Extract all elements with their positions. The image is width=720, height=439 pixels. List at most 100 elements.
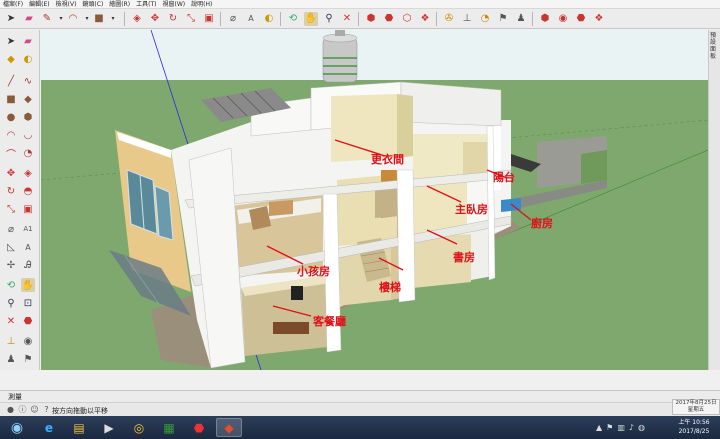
axes-icon[interactable]: ✢ bbox=[4, 258, 18, 272]
polygon-icon[interactable]: ⬢ bbox=[21, 110, 35, 124]
3d-warehouse-icon[interactable]: ⬢ bbox=[538, 12, 552, 26]
follow-me-icon[interactable]: ◓ bbox=[21, 184, 35, 198]
pan-hand-icon[interactable]: ✋ bbox=[21, 278, 35, 292]
two-point-arc-icon[interactable]: ◡ bbox=[21, 128, 35, 142]
look-around-icon[interactable]: ◔ bbox=[478, 12, 492, 26]
eraser-icon[interactable]: ▰ bbox=[22, 12, 36, 26]
offset-icon[interactable]: ▣ bbox=[21, 202, 35, 216]
make-component-icon[interactable]: ◆ bbox=[4, 52, 18, 66]
menu-edit[interactable]: 編輯(E) bbox=[29, 0, 49, 9]
walk-icon[interactable]: ♟ bbox=[4, 352, 18, 366]
push-pull-icon[interactable]: ◈ bbox=[130, 12, 144, 26]
pan-hand-icon[interactable]: ✋ bbox=[304, 12, 318, 26]
freehand-icon[interactable]: ∿ bbox=[21, 74, 35, 88]
extension-icon[interactable]: ❖ bbox=[418, 12, 432, 26]
file-explorer-icon[interactable]: ▤ bbox=[66, 418, 92, 437]
push-pull-icon[interactable]: ◈ bbox=[21, 166, 35, 180]
menu-view[interactable]: 檢視(V) bbox=[56, 0, 77, 9]
dimension-icon[interactable]: A1 bbox=[21, 222, 35, 236]
share-model-icon[interactable]: ⬣ bbox=[382, 12, 396, 26]
text-icon[interactable]: A bbox=[21, 240, 35, 254]
menu-draw[interactable]: 繪圖(R) bbox=[109, 0, 130, 9]
media-player-icon[interactable]: ▶ bbox=[96, 418, 122, 437]
menu-file[interactable]: 檔案(F) bbox=[3, 0, 23, 9]
position-camera-icon[interactable]: ⊥ bbox=[460, 12, 474, 26]
geo-location-icon[interactable]: ● bbox=[6, 405, 15, 414]
start-orb-icon[interactable]: ◉ bbox=[2, 418, 32, 437]
menu-window[interactable]: 視窗(W) bbox=[163, 0, 186, 9]
zoom-extents-icon[interactable]: ✕ bbox=[4, 314, 18, 328]
zoom-icon[interactable]: ⚲ bbox=[4, 296, 18, 310]
orbit-icon[interactable]: ⟲ bbox=[286, 12, 300, 26]
walkthrough-icon[interactable]: ♟ bbox=[514, 12, 528, 26]
protractor-icon[interactable]: ◺ bbox=[4, 240, 18, 254]
scale-icon[interactable]: ⤡ bbox=[184, 12, 198, 26]
arc-icon[interactable]: ◠ bbox=[66, 12, 80, 26]
acrobat-icon[interactable]: ⬣ bbox=[186, 418, 212, 437]
extension-manager-icon[interactable]: ❖ bbox=[592, 12, 606, 26]
move-icon[interactable]: ✥ bbox=[4, 166, 18, 180]
pie-icon[interactable]: ◔ bbox=[21, 146, 35, 160]
3d-text-icon[interactable]: Ꭿ bbox=[21, 258, 35, 272]
select-icon[interactable]: ➤ bbox=[4, 34, 18, 48]
top-toolbar: ➤ ▰ ✎ ▾ ◠ ▾ ■ ▾ ◈ ✥ ↻ ⤡ ▣ ⌀ A ◐ ⟲ ✋ ⚲ ✕ … bbox=[0, 9, 720, 29]
line-icon[interactable]: ╱ bbox=[4, 74, 18, 88]
internet-explorer-icon[interactable]: e bbox=[36, 418, 62, 437]
rotate-icon[interactable]: ↻ bbox=[166, 12, 180, 26]
tray-volume-icon[interactable]: ♪ bbox=[629, 422, 634, 433]
orbit-icon[interactable]: ⟲ bbox=[4, 278, 18, 292]
tray-flag-icon[interactable]: ⚑ bbox=[606, 422, 613, 433]
paint-bucket-icon[interactable]: ◐ bbox=[262, 12, 276, 26]
zoom-window-icon[interactable]: ⊡ bbox=[21, 296, 35, 310]
tv-screen bbox=[291, 286, 303, 300]
position-camera-icon[interactable]: ⊥ bbox=[4, 334, 18, 348]
pencil-icon[interactable]: ✎ bbox=[40, 12, 54, 26]
chrome-icon[interactable]: ◎ bbox=[126, 418, 152, 437]
menu-help[interactable]: 說明(H) bbox=[191, 0, 212, 9]
windows-taskbar: ◉ e ▤ ▶ ◎ ▦ ⬣ ◆ ▲ ⚑ ▥ ♪ ◍ 上午 10:56 2017/… bbox=[0, 416, 720, 439]
arc-icon[interactable]: ◠ bbox=[4, 128, 18, 142]
walk-icon[interactable]: ✇ bbox=[442, 12, 456, 26]
credits-icon[interactable]: ⓘ bbox=[18, 405, 27, 414]
select-arrow-icon[interactable]: ➤ bbox=[4, 12, 18, 26]
text-icon[interactable]: A bbox=[244, 12, 258, 26]
menu-tools[interactable]: 工具(T) bbox=[136, 0, 156, 9]
rectangle-icon[interactable]: ■ bbox=[4, 92, 18, 106]
tape-measure-icon[interactable]: ⌀ bbox=[226, 12, 240, 26]
sketchup-taskbar-icon[interactable]: ◆ bbox=[216, 418, 242, 437]
section-plane-icon[interactable]: ⚑ bbox=[496, 12, 510, 26]
circle-icon[interactable]: ● bbox=[4, 110, 18, 124]
tray-power-icon[interactable]: ◍ bbox=[638, 422, 645, 433]
section-plane-icon[interactable]: ⚑ bbox=[21, 352, 35, 366]
zoom-icon[interactable]: ⚲ bbox=[322, 12, 336, 26]
move-icon[interactable]: ✥ bbox=[148, 12, 162, 26]
scale-icon[interactable]: ⤡ bbox=[4, 202, 18, 216]
warehouse-icon[interactable]: ⬢ bbox=[364, 12, 378, 26]
date-popup-line1: 2017年8月25日 bbox=[675, 400, 717, 406]
eraser-icon[interactable]: ▰ bbox=[21, 34, 35, 48]
dropdown-arrow-icon[interactable]: ▾ bbox=[106, 12, 120, 26]
help-icon[interactable]: ? bbox=[42, 405, 51, 414]
offset-icon[interactable]: ▣ bbox=[202, 12, 216, 26]
user-icon[interactable]: ☺ bbox=[30, 405, 39, 414]
zoom-extents-icon[interactable]: ✕ bbox=[340, 12, 354, 26]
excel-icon[interactable]: ▦ bbox=[156, 418, 182, 437]
three-point-arc-icon[interactable]: ⌒ bbox=[4, 146, 18, 161]
room-label-kitchen: 廚房 bbox=[531, 217, 553, 230]
paint-icon[interactable]: ◐ bbox=[21, 52, 35, 66]
taskbar-clock[interactable]: 上午 10:56 2017/8/25 bbox=[672, 418, 716, 437]
component-icon[interactable]: ⬡ bbox=[400, 12, 414, 26]
layout-send-icon[interactable]: ⬣ bbox=[574, 12, 588, 26]
rotated-rectangle-icon[interactable]: ◆ bbox=[21, 92, 35, 106]
extension-warehouse-icon[interactable]: ◉ bbox=[556, 12, 570, 26]
tape-measure-icon[interactable]: ⌀ bbox=[4, 222, 18, 236]
look-around-icon[interactable]: ◉ bbox=[21, 334, 35, 348]
tray-chevron-icon[interactable]: ▲ bbox=[596, 422, 602, 433]
tray-network-icon[interactable]: ▥ bbox=[617, 422, 625, 433]
rectangle-icon[interactable]: ■ bbox=[92, 12, 106, 26]
previous-view-icon[interactable]: ⬣ bbox=[21, 314, 35, 328]
menu-camera[interactable]: 鏡頭(C) bbox=[82, 0, 103, 9]
rotate-icon[interactable]: ↻ bbox=[4, 184, 18, 198]
default-tray[interactable]: 預設面板 bbox=[708, 30, 720, 370]
model-viewport[interactable]: 更衣間 陽台 主臥房 廚房 小孩房 書房 樓梯 客餐廳 bbox=[41, 30, 708, 370]
